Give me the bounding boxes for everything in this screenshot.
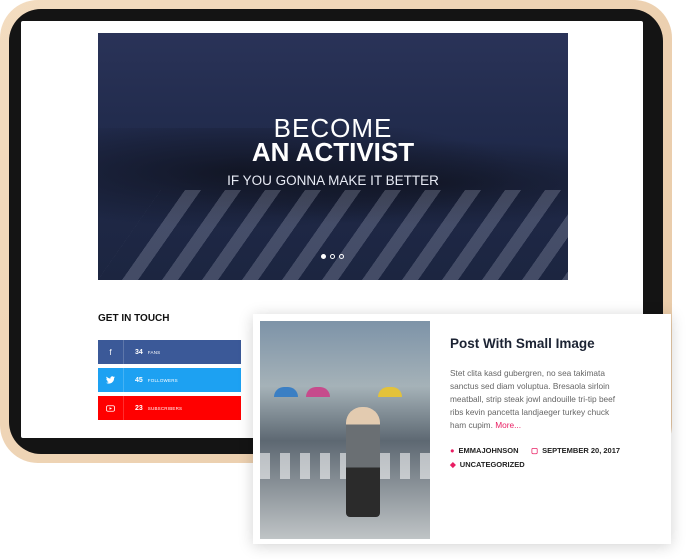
facebook-label: FANS	[147, 349, 161, 355]
youtube-icon	[98, 396, 124, 420]
hero-subtitle: IF YOU GONNA MAKE IT BETTER	[227, 173, 439, 188]
social-youtube[interactable]: 23 SUBSCRIBERS	[98, 396, 241, 420]
twitter-count: 45	[135, 376, 143, 384]
umbrella-shape	[306, 387, 330, 397]
post-excerpt: Stet clita kasd gubergren, no sea takima…	[450, 367, 625, 432]
slider-pagination	[321, 254, 344, 259]
woman-figure	[346, 407, 380, 517]
post-date[interactable]: ▢ SEPTEMBER 20, 2017	[531, 446, 620, 455]
youtube-count: 23	[135, 404, 143, 412]
hero-slider[interactable]: BECOME AN ACTIVIST IF YOU GONNA MAKE IT …	[98, 33, 568, 280]
facebook-icon: f	[98, 340, 124, 364]
umbrella-shape	[378, 387, 402, 397]
slider-dot-2[interactable]	[330, 254, 335, 259]
read-more-link[interactable]: More...	[495, 420, 521, 430]
twitter-label: FOLLOWERS	[147, 377, 178, 383]
user-icon: ●	[450, 446, 455, 455]
post-author-name: EMMAJOHNSON	[458, 446, 519, 455]
slider-dot-3[interactable]	[339, 254, 344, 259]
post-card[interactable]: Post With Small Image Stet clita kasd gu…	[253, 314, 671, 544]
post-thumbnail[interactable]	[260, 321, 430, 539]
hero-crosswalk-image	[98, 190, 568, 280]
calendar-icon: ▢	[531, 446, 539, 455]
hero-heading-line2: AN ACTIVIST	[251, 137, 415, 167]
slider-dot-1[interactable]	[321, 254, 326, 259]
post-author[interactable]: ● EMMAJOHNSON	[450, 446, 519, 455]
post-category[interactable]: ◆ UNCATEGORIZED	[450, 460, 525, 469]
get-in-touch-title: GET IN TOUCH	[98, 313, 170, 324]
crosswalk-stripes	[260, 453, 430, 479]
facebook-count: 34	[135, 348, 143, 356]
umbrella-shape	[274, 387, 298, 397]
youtube-label: SUBSCRIBERS	[147, 405, 183, 411]
social-twitter[interactable]: 45 FOLLOWERS	[98, 368, 241, 392]
tag-icon: ◆	[450, 460, 456, 469]
post-excerpt-text: Stet clita kasd gubergren, no sea takima…	[450, 368, 616, 430]
post-date-text: SEPTEMBER 20, 2017	[542, 446, 621, 455]
social-facebook[interactable]: f 34 FANS	[98, 340, 241, 364]
twitter-icon	[98, 368, 124, 392]
post-title[interactable]: Post With Small Image	[450, 336, 595, 351]
post-category-text: UNCATEGORIZED	[459, 460, 525, 469]
